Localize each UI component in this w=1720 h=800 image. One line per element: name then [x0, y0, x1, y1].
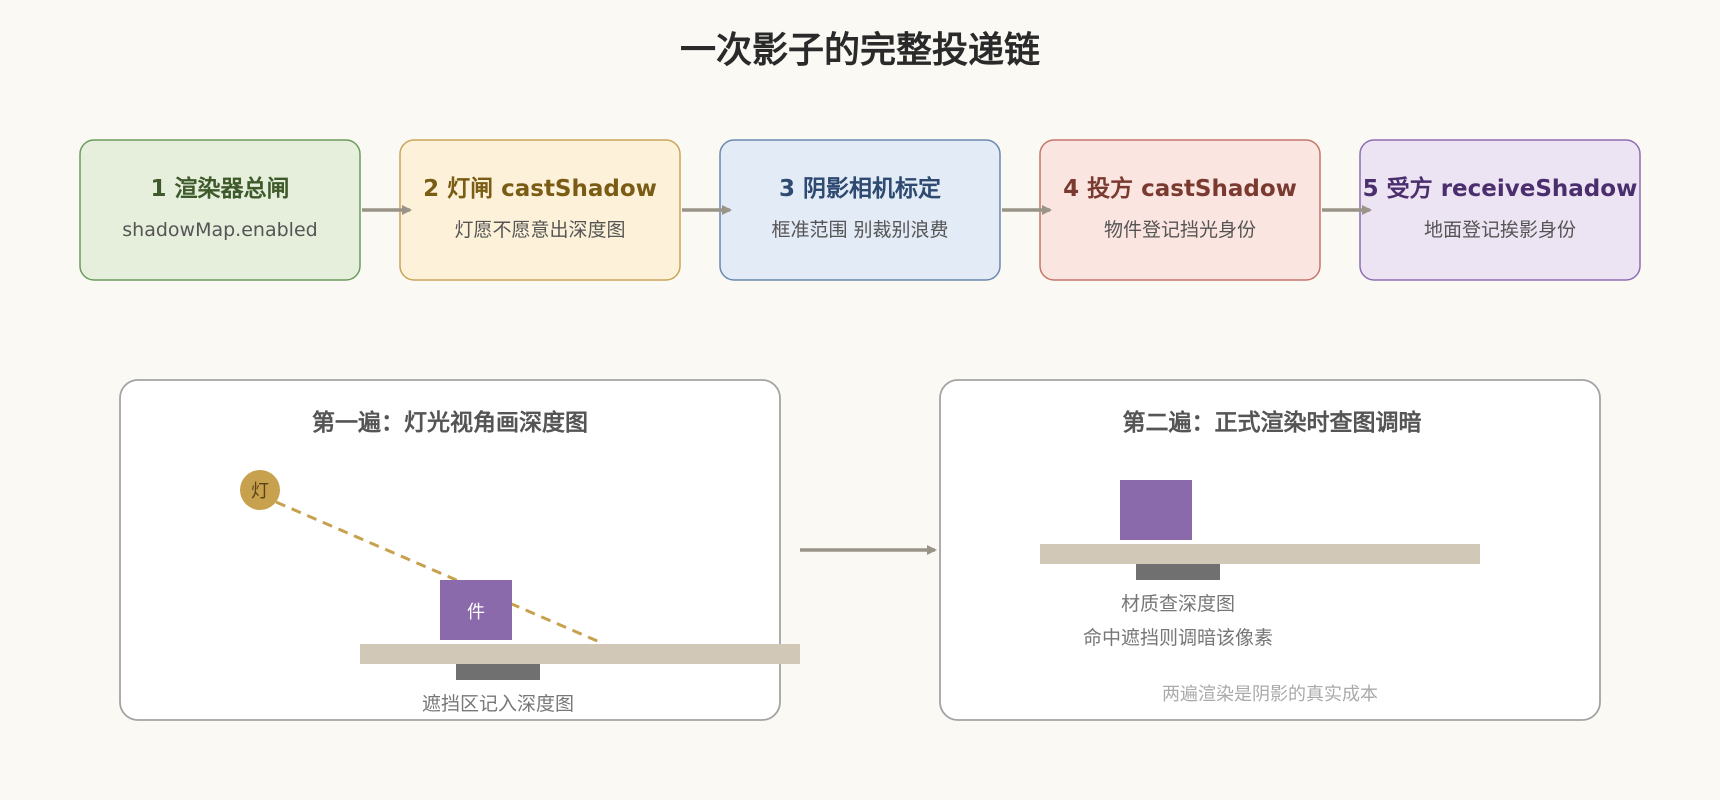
shadow-region: [1136, 564, 1220, 580]
step-subtitle: shadowMap.enabled: [122, 219, 317, 241]
step-subtitle: 物件登记挡光身份: [1104, 219, 1256, 241]
step-subtitle: 框准范围 别裁别浪费: [771, 219, 948, 241]
pass1-panel: 第一遍：灯光视角画深度图 灯 件 遮挡区记入深度图: [119, 379, 800, 721]
pass2-panel: 第二遍：正式渲染时查图调暗 材质查深度图 命中遮挡则调暗该像素 两遍渲染是阴影的…: [939, 379, 1601, 721]
step-box-4: 4 投方 castShadow 物件登记挡光身份: [1039, 139, 1321, 281]
pass2-caption-line1: 材质查深度图: [1121, 593, 1235, 615]
pass1-title: 第一遍：灯光视角画深度图: [312, 409, 588, 436]
pass2-title: 第二遍：正式渲染时查图调暗: [1123, 409, 1422, 436]
step-title: 3 阴影相机标定: [779, 175, 941, 202]
ground-plane: [1040, 544, 1480, 564]
step-subtitle: 灯愿不愿意出深度图: [454, 219, 625, 241]
step-box-2: 2 灯闸 castShadow 灯愿不愿意出深度图: [399, 139, 681, 281]
pass2-caption-line2: 命中遮挡则调暗该像素: [1083, 627, 1273, 649]
step-box-1: 1 渲染器总闸 shadowMap.enabled: [79, 139, 361, 281]
object-label: 件: [467, 602, 485, 623]
shadow-region: [456, 664, 540, 680]
step-title: 2 灯闸 castShadow: [423, 176, 657, 202]
rendered-object: [1120, 480, 1192, 540]
step-title: 1 渲染器总闸: [150, 175, 289, 202]
pass1-caption: 遮挡区记入深度图: [422, 693, 574, 715]
ground-plane: [360, 644, 800, 664]
step-box-5: 5 受方 receiveShadow 地面登记挨影身份: [1359, 139, 1641, 281]
diagram-title: 一次影子的完整投递链: [680, 30, 1040, 71]
step-title: 4 投方 castShadow: [1063, 175, 1297, 202]
step-title: 5 受方 receiveShadow: [1363, 175, 1638, 202]
step-subtitle: 地面登记挨影身份: [1424, 219, 1576, 241]
shadow-pipeline-diagram: 一次影子的完整投递链 1 渲染器总闸 shadowMap.enabled 2 灯…: [79, 30, 1641, 721]
step-box-3: 3 阴影相机标定 框准范围 别裁别浪费: [719, 139, 1001, 281]
light-label: 灯: [251, 481, 269, 502]
pass2-footnote: 两遍渲染是阴影的真实成本: [1162, 684, 1378, 705]
